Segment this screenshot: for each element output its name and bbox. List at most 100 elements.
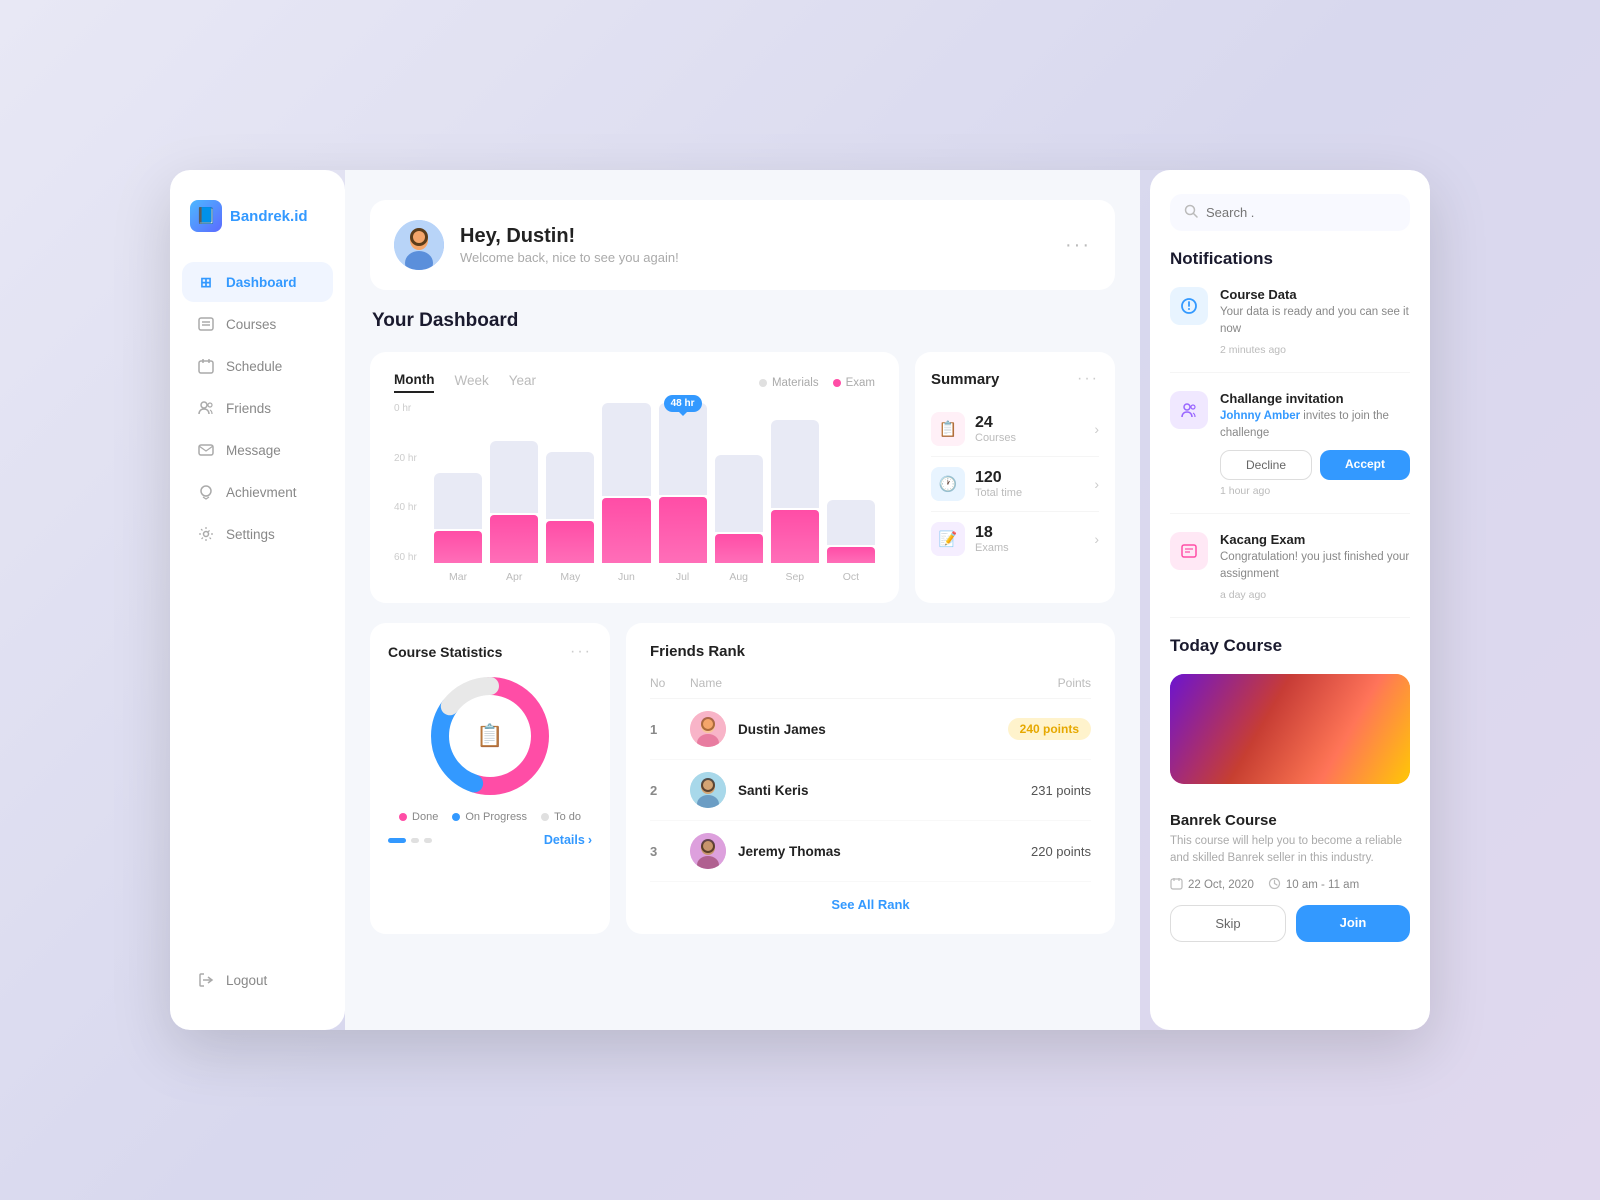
logout-label: Logout — [226, 973, 267, 988]
decline-button[interactable]: Decline — [1220, 450, 1312, 480]
legend-todo: To do — [541, 811, 581, 823]
courses-num: 24 — [975, 414, 1084, 432]
chart-y-labels: 60 hr 40 hr 20 hr 0 hr — [394, 403, 429, 563]
materials-label: Materials — [772, 377, 819, 389]
x-label-apr: Apr — [490, 571, 538, 583]
summary-menu[interactable]: ··· — [1077, 370, 1099, 388]
chart-card: Month Week Year Materials Exam — [370, 352, 899, 603]
sidebar-item-courses[interactable]: Courses — [182, 304, 333, 344]
challenge-actions: Decline Accept — [1220, 450, 1410, 480]
chart-summary-row: Month Week Year Materials Exam — [370, 352, 1115, 603]
sidebar-item-friends[interactable]: Friends — [182, 388, 333, 428]
done-dot — [399, 813, 407, 821]
progress-label: On Progress — [465, 811, 527, 823]
sidebar-item-label: Message — [226, 443, 281, 458]
bar-oct — [827, 403, 875, 563]
achievement-icon — [196, 482, 216, 502]
x-label-oct: Oct — [827, 571, 875, 583]
courses-summary-icon: 📋 — [931, 412, 965, 446]
sidebar-item-achievement[interactable]: Achievment — [182, 472, 333, 512]
summary-card: Summary ··· 📋 24 Courses › 🕐 120 Total t… — [915, 352, 1115, 603]
details-link[interactable]: Details › — [544, 833, 592, 847]
main-content: Hey, Dustin! Welcome back, nice to see y… — [345, 170, 1140, 1030]
sidebar-item-schedule[interactable]: Schedule — [182, 346, 333, 386]
rank-header-row: No Name Points — [650, 676, 1091, 699]
nav-dot-3[interactable] — [424, 838, 432, 843]
accept-button[interactable]: Accept — [1320, 450, 1410, 480]
right-panel: Notifications Course Data Your data is r… — [1150, 170, 1430, 1030]
summary-item-exams[interactable]: 📝 18 Exams › — [931, 512, 1099, 566]
rank-points-1: 240 points — [981, 718, 1091, 740]
sidebar-item-settings[interactable]: Settings — [182, 514, 333, 554]
sidebar-item-message[interactable]: Message — [182, 430, 333, 470]
course-stats-menu[interactable]: ··· — [570, 643, 592, 661]
notification-challenge: Challange invitation Johnny Amber invite… — [1170, 391, 1410, 515]
legend-done: Done — [399, 811, 438, 823]
course-desc: This course will help you to become a re… — [1170, 833, 1410, 868]
col-points: Points — [981, 676, 1091, 690]
exams-summary-icon: 📝 — [931, 522, 965, 556]
friends-icon — [196, 398, 216, 418]
search-input[interactable] — [1206, 205, 1396, 220]
notifications-title: Notifications — [1170, 249, 1410, 269]
legend-exam: Exam — [833, 377, 875, 389]
bar-jun — [602, 403, 650, 563]
chart-area: 60 hr 40 hr 20 hr 0 hr — [394, 403, 875, 583]
stats-legend: Done On Progress To do — [388, 811, 592, 823]
donut-center-icon: 📋 — [476, 723, 503, 749]
y-label-20: 20 hr — [394, 453, 429, 464]
nav-dot-active[interactable] — [388, 838, 406, 843]
y-label-0: 0 hr — [394, 403, 429, 414]
x-label-jul: Jul — [659, 571, 707, 583]
bottom-row: Course Statistics ··· 📋 — [370, 623, 1115, 934]
bar-bg — [715, 455, 763, 532]
logout-button[interactable]: Logout — [182, 960, 333, 1000]
chart-legend: Materials Exam — [759, 377, 875, 389]
y-label-40: 40 hr — [394, 502, 429, 513]
logo-icon: 📘 — [190, 200, 222, 232]
rank-row-2: 2 Santi Keris 2 — [650, 760, 1091, 821]
tab-month[interactable]: Month — [394, 372, 434, 393]
johnny-amber-name: Johnny Amber — [1220, 410, 1300, 422]
summary-item-courses[interactable]: 📋 24 Courses › — [931, 402, 1099, 457]
see-all-link[interactable]: See All Rank — [831, 897, 909, 912]
rank-name-cell-2: Santi Keris — [690, 772, 981, 808]
skip-button[interactable]: Skip — [1170, 905, 1286, 942]
bar-bg — [434, 473, 482, 529]
col-no: No — [650, 676, 690, 690]
bar-may — [546, 403, 594, 563]
notif-time-course-data: 2 minutes ago — [1220, 344, 1410, 356]
notification-course-data: Course Data Your data is ready and you c… — [1170, 287, 1410, 373]
tab-week[interactable]: Week — [454, 373, 488, 392]
bar-bg — [546, 452, 594, 519]
user-avatar — [394, 220, 444, 270]
notif-time-kacang: a day ago — [1220, 589, 1410, 601]
bar-pink — [771, 510, 819, 563]
summary-info-time: 120 Total time — [975, 469, 1084, 499]
rank-no-1: 1 — [650, 722, 690, 737]
summary-item-time[interactable]: 🕐 120 Total time › — [931, 457, 1099, 512]
summary-title: Summary — [931, 371, 999, 388]
time-summary-icon: 🕐 — [931, 467, 965, 501]
courses-arrow: › — [1094, 421, 1099, 437]
rank-points-2: 231 points — [981, 783, 1091, 798]
notif-body-challenge: Challange invitation Johnny Amber invite… — [1220, 391, 1410, 498]
exams-arrow: › — [1094, 531, 1099, 547]
bar-pink — [715, 534, 763, 563]
bar-bg — [771, 420, 819, 508]
course-date-text: 22 Oct, 2020 — [1188, 879, 1254, 891]
join-button[interactable]: Join — [1296, 905, 1410, 942]
courses-icon — [196, 314, 216, 334]
nav-dot-2[interactable] — [411, 838, 419, 843]
exam-dot — [833, 379, 841, 387]
tab-year[interactable]: Year — [509, 373, 536, 392]
avatar-2 — [690, 772, 726, 808]
header-menu-button[interactable]: ··· — [1065, 234, 1091, 257]
rank-title: Friends Rank — [650, 643, 1091, 660]
clock-icon — [1268, 877, 1281, 893]
bar-pink — [659, 497, 707, 563]
today-course-title: Today Course — [1170, 636, 1410, 656]
rank-row-1: 1 Dustin James — [650, 699, 1091, 760]
search-bar — [1170, 194, 1410, 231]
sidebar-item-dashboard[interactable]: ⊞ Dashboard — [182, 262, 333, 302]
